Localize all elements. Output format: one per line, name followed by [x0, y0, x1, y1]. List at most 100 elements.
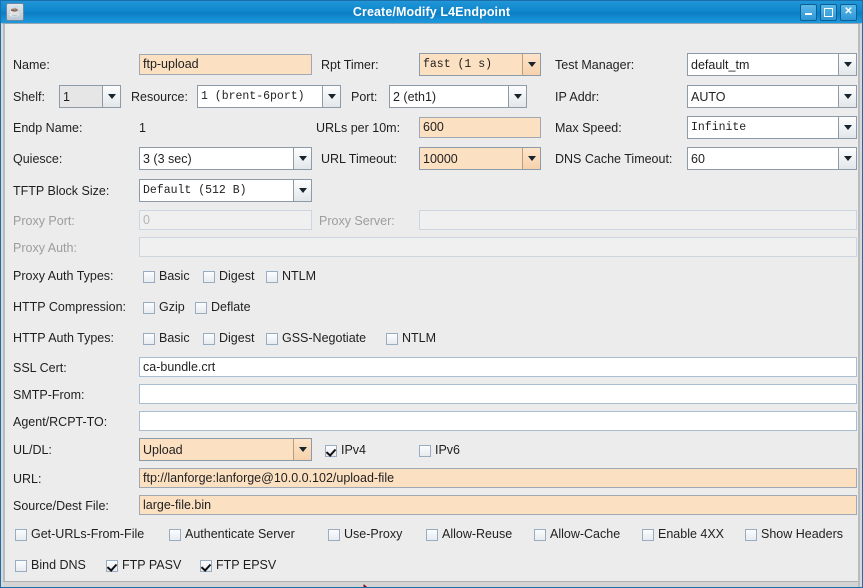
chevron-down-icon[interactable] — [508, 86, 526, 107]
chevron-down-icon[interactable] — [838, 86, 856, 107]
create-modify-l4endpoint-window: ☕ Create/Modify L4Endpoint ✕ Name: ftp-u… — [0, 0, 863, 588]
url-input[interactable]: ftp://lanforge:lanforge@10.0.0.102/uploa… — [139, 468, 857, 488]
name-input[interactable]: ftp-upload — [139, 54, 312, 75]
checkbox-authenticate-server[interactable]: Authenticate Server — [169, 527, 295, 542]
checkbox-allow-reuse[interactable]: Allow-Reuse — [426, 527, 512, 542]
checkbox-ipv6[interactable]: IPv6 — [419, 443, 460, 458]
checkbox-box — [745, 528, 757, 541]
chevron-down-icon[interactable] — [322, 86, 340, 107]
close-icon[interactable]: ✕ — [840, 3, 857, 21]
url-timeout-select[interactable]: 10000 — [419, 147, 541, 170]
checkbox-http-auth-digest[interactable]: Digest — [203, 331, 254, 346]
checkbox-enable-4xx[interactable]: Enable 4XX — [642, 527, 724, 542]
checkbox-box — [15, 528, 27, 541]
checkbox-proxy-auth-digest[interactable]: Digest — [203, 269, 254, 284]
checkbox-http-auth-ntlm[interactable]: NTLM — [386, 331, 436, 346]
checkbox-box — [386, 332, 398, 345]
proxy-port-input[interactable]: 0 — [139, 210, 312, 230]
checkbox-label: Gzip — [159, 300, 185, 314]
proxy-auth-input[interactable] — [139, 237, 857, 257]
quiesce-label: Quiesce: — [13, 152, 63, 166]
checkbox-http-auth-gss-negotiate[interactable]: GSS-Negotiate — [266, 331, 366, 346]
checkbox-get-urls-from-file[interactable]: Get-URLs-From-File — [15, 527, 144, 542]
tftp-block-size-select[interactable]: Default (512 B) — [139, 179, 312, 202]
url-timeout-label: URL Timeout: — [321, 152, 397, 166]
checkbox-compression-gzip[interactable]: Gzip — [143, 300, 185, 315]
ip-addr-select[interactable]: AUTO — [687, 85, 857, 108]
minimize-icon[interactable] — [800, 3, 817, 21]
agent-rcpt-to-input[interactable] — [139, 411, 857, 431]
port-value: 2 (eth1) — [393, 89, 437, 104]
source-dest-file-input[interactable]: large-file.bin — [139, 495, 857, 515]
smtp-from-input[interactable] — [139, 384, 857, 404]
ssl-cert-input[interactable]: ca-bundle.crt — [139, 357, 857, 377]
checkbox-box — [15, 559, 27, 572]
maximize-icon[interactable] — [820, 3, 837, 21]
checkbox-box — [200, 559, 212, 572]
checkbox-label: NTLM — [282, 269, 317, 283]
chevron-down-icon[interactable] — [293, 148, 311, 169]
checkbox-box — [266, 332, 278, 345]
chevron-down-icon[interactable] — [838, 54, 856, 75]
checkbox-show-headers[interactable]: Show Headers — [745, 527, 843, 542]
proxy-port-label: Proxy Port: — [13, 214, 75, 228]
window-titlebar[interactable]: ☕ Create/Modify L4Endpoint ✕ — [1, 1, 862, 23]
test-manager-value: default_tm — [691, 57, 750, 72]
dns-cache-timeout-select[interactable]: 60 — [687, 147, 857, 170]
ul-dl-select[interactable]: Upload — [139, 438, 312, 461]
proxy-server-input[interactable] — [419, 210, 857, 230]
checkbox-label: GSS-Negotiate — [282, 331, 367, 345]
resource-value: 1 (brent-6port) — [201, 90, 305, 103]
shelf-select[interactable]: 1 — [59, 85, 121, 108]
checkbox-label: FTP PASV — [122, 558, 182, 572]
chevron-down-icon[interactable] — [522, 148, 540, 169]
url-label: URL: — [13, 472, 42, 486]
test-manager-select[interactable]: default_tm — [687, 53, 857, 76]
chevron-down-icon[interactable] — [102, 86, 120, 107]
dns-cache-timeout-value: 60 — [691, 151, 705, 166]
quiesce-select[interactable]: 3 (3 sec) — [139, 147, 312, 170]
checkbox-box — [143, 270, 155, 283]
ul-dl-value: Upload — [143, 442, 183, 457]
checkbox-proxy-auth-ntlm[interactable]: NTLM — [266, 269, 316, 284]
http-compression-label: HTTP Compression: — [13, 300, 126, 314]
source-dest-file-label: Source/Dest File: — [13, 499, 109, 513]
agent-rcpt-to-label: Agent/RCPT-TO: — [13, 415, 108, 429]
chevron-down-icon[interactable] — [293, 180, 311, 201]
endp-name-value: 1 — [139, 121, 146, 135]
resource-select[interactable]: 1 (brent-6port) — [197, 85, 341, 108]
checkbox-label: Enable 4XX — [658, 527, 725, 541]
chevron-down-icon[interactable] — [522, 54, 540, 75]
proxy-auth-types-label: Proxy Auth Types: — [13, 269, 114, 283]
checkbox-allow-cache[interactable]: Allow-Cache — [534, 527, 620, 542]
max-speed-select[interactable]: Infinite — [687, 116, 857, 139]
urls-per-10m-input[interactable]: 600 — [419, 117, 541, 138]
checkbox-box — [106, 559, 118, 572]
http-auth-types-label: HTTP Auth Types: — [13, 331, 114, 345]
chevron-down-icon[interactable] — [293, 439, 311, 460]
bottom-divider — [3, 581, 860, 587]
checkbox-compression-deflate[interactable]: Deflate — [195, 300, 251, 315]
checkbox-use-proxy[interactable]: Use-Proxy — [328, 527, 402, 542]
checkbox-proxy-auth-basic[interactable]: Basic — [143, 269, 190, 284]
ssl-cert-label: SSL Cert: — [13, 361, 67, 375]
checkbox-label: Get-URLs-From-File — [31, 527, 145, 541]
tftp-block-size-label: TFTP Block Size: — [13, 184, 110, 198]
checkbox-ftp-pasv[interactable]: FTP PASV — [106, 558, 181, 573]
checkbox-label: Allow-Cache — [550, 527, 621, 541]
checkbox-label: Digest — [219, 331, 255, 345]
chevron-down-icon[interactable] — [838, 117, 856, 138]
ul-dl-label: UL/DL: — [13, 443, 52, 457]
checkbox-ipv4[interactable]: IPv4 — [325, 443, 366, 458]
ip-addr-value: AUTO — [691, 89, 726, 104]
checkbox-label: Bind DNS — [31, 558, 86, 572]
rpt-timer-select[interactable]: fast (1 s) — [419, 53, 541, 76]
port-select[interactable]: 2 (eth1) — [389, 85, 527, 108]
checkbox-label: Basic — [159, 331, 190, 345]
checkbox-http-auth-basic[interactable]: Basic — [143, 331, 190, 346]
dns-cache-timeout-label: DNS Cache Timeout: — [555, 152, 673, 166]
shelf-value: 1 — [63, 89, 70, 104]
checkbox-ftp-epsv[interactable]: FTP EPSV — [200, 558, 276, 573]
chevron-down-icon[interactable] — [838, 148, 856, 169]
checkbox-bind-dns[interactable]: Bind DNS — [15, 558, 86, 573]
